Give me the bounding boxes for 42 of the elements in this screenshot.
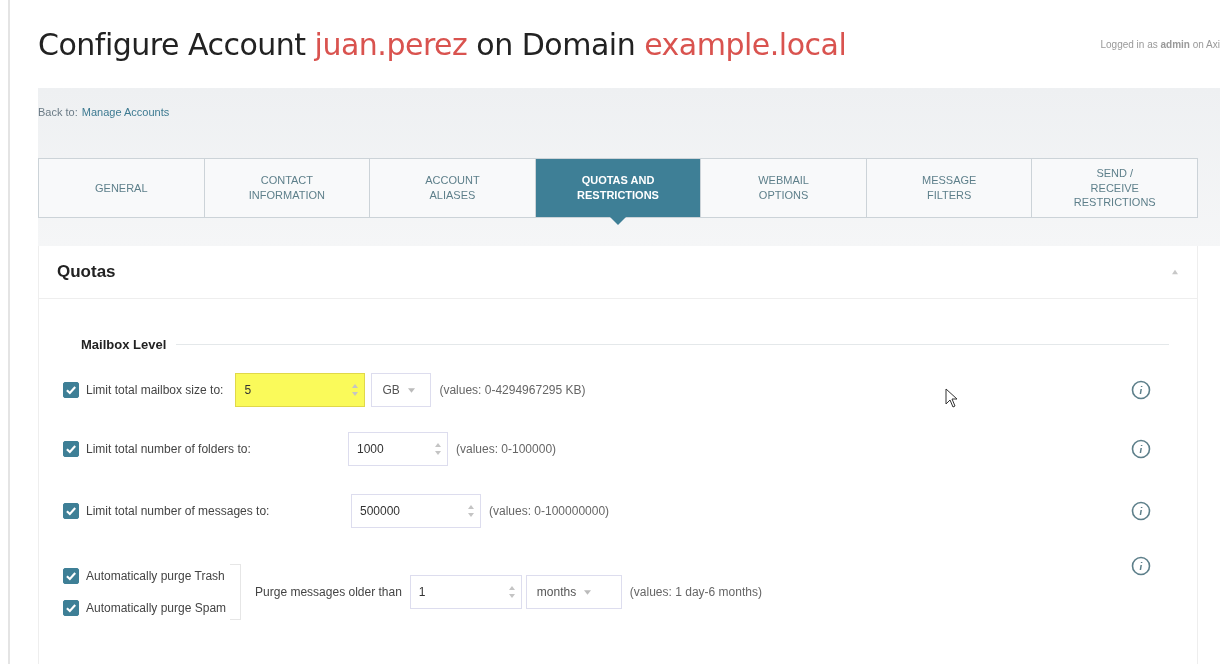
range-hint: (values: 0-4294967295 KB) bbox=[439, 383, 586, 397]
tab[interactable]: MESSAGE FILTERS bbox=[866, 159, 1033, 217]
page-title: Configure Account juan.perez on Domain example.local bbox=[38, 26, 847, 62]
option-label: Limit total number of folders to: bbox=[86, 442, 252, 456]
breadcrumb-label: Back to: bbox=[38, 106, 78, 118]
info-icon[interactable] bbox=[1131, 501, 1151, 521]
login-status: Logged in as admin on Axi bbox=[1100, 38, 1220, 50]
option-label: Limit total mailbox size to: bbox=[86, 383, 224, 397]
number-input[interactable]: 1000 bbox=[348, 432, 448, 466]
number-input[interactable]: 5 bbox=[235, 373, 366, 407]
range-hint: (values: 0-100000) bbox=[456, 442, 557, 456]
unit-dropdown[interactable]: GB bbox=[371, 373, 432, 407]
range-hint: (values: 1 day-6 months) bbox=[629, 585, 762, 599]
unit-dropdown[interactable]: months bbox=[525, 575, 622, 609]
tab[interactable]: GENERAL bbox=[39, 159, 205, 217]
option-label: Limit total number of messages to: bbox=[86, 504, 271, 518]
purge-label: Purge messages older than bbox=[255, 585, 402, 599]
tab-pointer bbox=[610, 217, 626, 225]
info-icon[interactable] bbox=[1131, 439, 1151, 459]
panel-title: Quotas bbox=[57, 262, 116, 282]
checkbox[interactable] bbox=[63, 441, 79, 457]
caret-icon bbox=[584, 589, 592, 595]
option-label: Automatically purge Spam bbox=[86, 601, 227, 615]
number-input[interactable]: 1 bbox=[409, 575, 522, 609]
range-hint: (values: 0-100000000) bbox=[489, 504, 610, 518]
cursor-icon bbox=[945, 388, 959, 408]
option-label: Automatically purge Trash bbox=[86, 569, 225, 583]
checkbox[interactable] bbox=[63, 568, 79, 584]
checkbox[interactable] bbox=[63, 600, 79, 616]
tab[interactable]: CONTACT INFORMATION bbox=[204, 159, 371, 217]
tab[interactable]: SEND / RECEIVE RESTRICTIONS bbox=[1032, 159, 1198, 217]
checkbox[interactable] bbox=[63, 503, 79, 519]
tab[interactable]: ACCOUNT ALIASES bbox=[370, 159, 536, 217]
info-icon[interactable] bbox=[1131, 380, 1151, 400]
bracket-line bbox=[230, 564, 242, 620]
manage-accounts-link[interactable]: Manage Accounts bbox=[81, 106, 170, 118]
caret-icon bbox=[407, 387, 415, 393]
number-input[interactable]: 500000 bbox=[351, 494, 481, 528]
section-title: Mailbox Level bbox=[81, 337, 167, 352]
info-icon[interactable] bbox=[1131, 556, 1151, 576]
checkbox[interactable] bbox=[63, 382, 79, 398]
tab[interactable]: WEBMAIL OPTIONS bbox=[701, 159, 867, 217]
